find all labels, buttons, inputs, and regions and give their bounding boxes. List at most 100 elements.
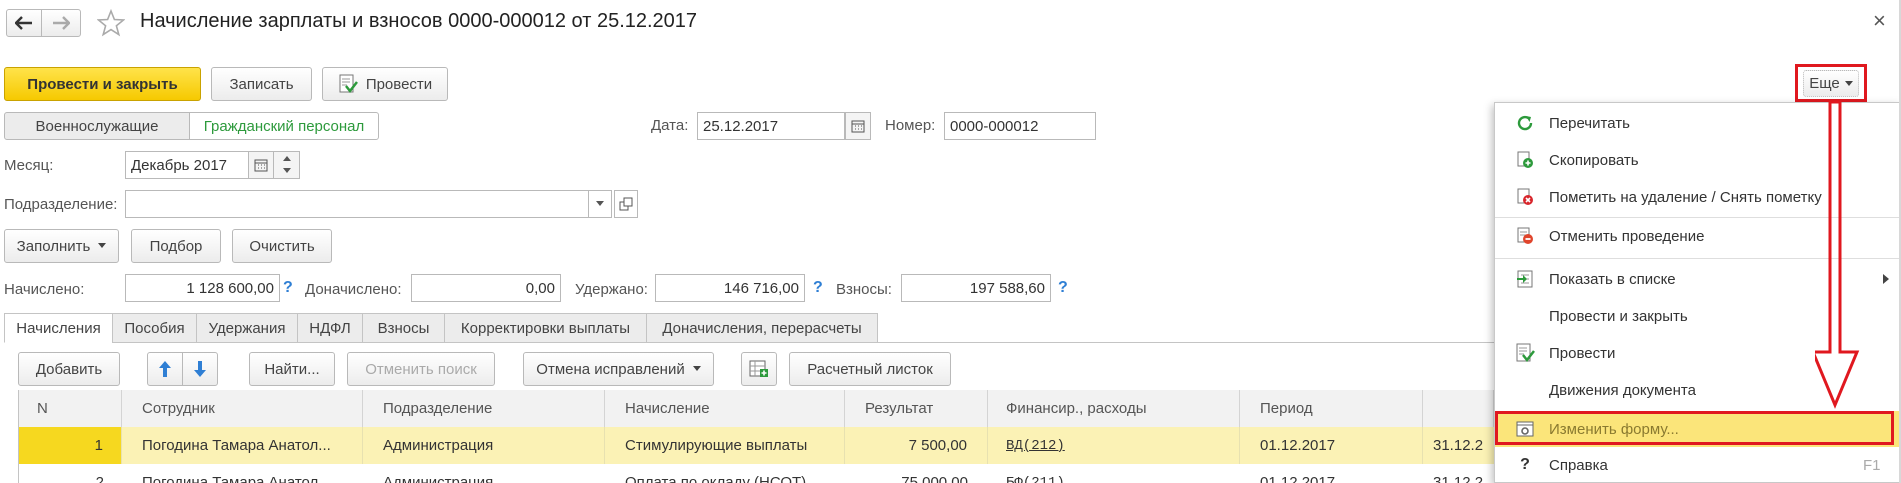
menu-item-label: Провести — [1549, 344, 1616, 362]
more-button[interactable]: Еще — [1803, 70, 1859, 97]
calendar-icon — [254, 159, 268, 172]
favorite-star-icon[interactable] — [97, 9, 125, 37]
add-row-button[interactable]: Добавить — [18, 352, 120, 386]
month-field[interactable]: Декабрь 2017 — [125, 151, 249, 179]
contrib-label: Взносы: — [836, 281, 892, 298]
cell-financing[interactable]: БФ(211) — [988, 464, 1240, 483]
tab-payment-corrections[interactable]: Корректировки выплаты — [444, 313, 647, 343]
find-button[interactable]: Найти... — [249, 352, 335, 386]
date-field[interactable]: 25.12.2017 — [697, 112, 845, 140]
cell-n[interactable]: 1 — [19, 427, 122, 464]
pick-button[interactable]: Подбор — [131, 229, 221, 263]
switch-military[interactable]: Военнослужащие — [4, 112, 190, 140]
table-row[interactable]: 2 Погодина Тамара Анатол... Администраци… — [19, 464, 1494, 483]
number-value: 0000-000012 — [950, 117, 1039, 135]
tab-contributions[interactable]: Взносы — [362, 313, 445, 343]
post-button[interactable]: Провести — [322, 67, 448, 101]
calendar-icon — [851, 120, 865, 133]
cell-period-end[interactable]: 31.12.2 — [1423, 464, 1494, 483]
back-button[interactable] — [6, 9, 42, 37]
switch-civil[interactable]: Гражданский персонал — [189, 112, 379, 140]
stepper-up-icon[interactable] — [283, 156, 291, 162]
menu-item-label: Движения документа — [1549, 381, 1696, 399]
show-in-list-icon — [1515, 269, 1535, 289]
tab-recalculations[interactable]: Доначисления, перерасчеты — [646, 313, 878, 343]
tab-accruals[interactable]: Начисления — [4, 313, 113, 343]
chevron-down-icon — [1844, 80, 1853, 86]
contrib-value: 197 588,60 — [969, 279, 1045, 297]
cancel-corrections-label: Отмена исправлений — [536, 360, 685, 378]
number-label: Номер: — [885, 117, 936, 134]
withheld-label: Удержано: — [575, 281, 648, 298]
cell-result[interactable]: 75 000,00 — [845, 464, 988, 483]
month-stepper[interactable] — [273, 151, 300, 179]
cell-period[interactable]: 01.12.2017 — [1240, 464, 1423, 483]
menu-item-label: Скопировать — [1549, 151, 1639, 169]
column-header-financing[interactable]: Финансир., расходы — [988, 390, 1240, 427]
menu-item-label: Перечитать — [1549, 114, 1630, 132]
payslip-button[interactable]: Расчетный листок — [789, 352, 951, 386]
division-dropdown-button[interactable] — [588, 190, 612, 218]
forward-button[interactable] — [41, 9, 81, 37]
cell-accrual[interactable]: Оплата по окладу (НСОТ) — [605, 464, 845, 483]
arrow-down-icon — [194, 361, 206, 377]
unpost-icon — [1515, 226, 1535, 246]
cancel-search-button[interactable]: Отменить поиск — [347, 352, 495, 386]
stepper-down-icon[interactable] — [283, 168, 291, 174]
accrued-help-icon[interactable]: ? — [283, 279, 293, 297]
arrow-left-icon — [15, 16, 32, 30]
arrow-right-icon — [53, 16, 70, 30]
month-calendar-button[interactable] — [248, 151, 274, 179]
column-header-period-end[interactable] — [1423, 390, 1494, 427]
cell-result[interactable]: 7 500,00 — [845, 427, 988, 464]
calendar-button[interactable] — [845, 112, 871, 140]
menu-item-help[interactable]: ? Справка F1 — [1495, 447, 1901, 483]
tab-benefits[interactable]: Пособия — [112, 313, 197, 343]
cell-division[interactable]: Администрация — [363, 427, 605, 464]
column-header-result[interactable]: Результат — [845, 390, 988, 427]
chevron-down-icon — [692, 366, 701, 371]
column-header-division[interactable]: Подразделение — [363, 390, 605, 427]
column-header-employee[interactable]: Сотрудник — [122, 390, 363, 427]
column-header-n[interactable]: N — [19, 390, 122, 427]
menu-item-label: Показать в списке — [1549, 270, 1676, 288]
cell-accrual[interactable]: Стимулирующие выплаты — [605, 427, 845, 464]
accrued-value: 1 128 600,00 — [186, 279, 274, 297]
table-settings-button[interactable] — [741, 352, 777, 386]
tab-ndfl[interactable]: НДФЛ — [297, 313, 363, 343]
post-icon — [1515, 343, 1535, 363]
menu-item-label: Отменить проведение — [1549, 227, 1705, 245]
column-header-accrual[interactable]: Начисление — [605, 390, 845, 427]
withheld-help-icon[interactable]: ? — [813, 279, 823, 297]
cell-n[interactable]: 2 — [19, 464, 122, 483]
cell-period-end[interactable]: 31.12.2 — [1423, 427, 1494, 464]
post-button-label: Провести — [365, 75, 433, 93]
cancel-corrections-button[interactable]: Отмена исправлений — [523, 352, 714, 386]
accrued-field: 1 128 600,00 — [125, 274, 280, 302]
move-down-button[interactable] — [182, 352, 218, 386]
page-title: Начисление зарплаты и взносов 0000-00001… — [140, 10, 698, 32]
arrow-up-icon — [159, 361, 171, 377]
number-field[interactable]: 0000-000012 — [944, 112, 1096, 140]
fill-button[interactable]: Заполнить — [4, 229, 119, 263]
division-field[interactable] — [125, 190, 589, 218]
cell-financing[interactable]: ВД(212) — [988, 427, 1240, 464]
post-icon — [339, 74, 358, 94]
contrib-help-icon[interactable]: ? — [1058, 279, 1068, 297]
cell-period[interactable]: 01.12.2017 — [1240, 427, 1423, 464]
clear-button[interactable]: Очистить — [232, 229, 332, 263]
annotation-arrow — [1815, 100, 1860, 409]
cell-employee[interactable]: Погодина Тамара Анатол... — [122, 427, 363, 464]
cell-division[interactable]: Администрация — [363, 464, 605, 483]
more-button-label: Еще — [1809, 75, 1840, 92]
close-icon[interactable]: × — [1873, 8, 1886, 34]
date-label: Дата: — [651, 117, 689, 134]
refresh-icon — [1515, 113, 1535, 133]
column-header-period[interactable]: Период — [1240, 390, 1423, 427]
post-and-close-button[interactable]: Провести и закрыть — [4, 67, 201, 101]
move-up-button[interactable] — [147, 352, 183, 386]
division-open-button[interactable] — [614, 190, 638, 218]
cell-employee[interactable]: Погодина Тамара Анатол... — [122, 464, 363, 483]
save-button[interactable]: Записать — [211, 67, 312, 101]
tab-deductions[interactable]: Удержания — [196, 313, 298, 343]
